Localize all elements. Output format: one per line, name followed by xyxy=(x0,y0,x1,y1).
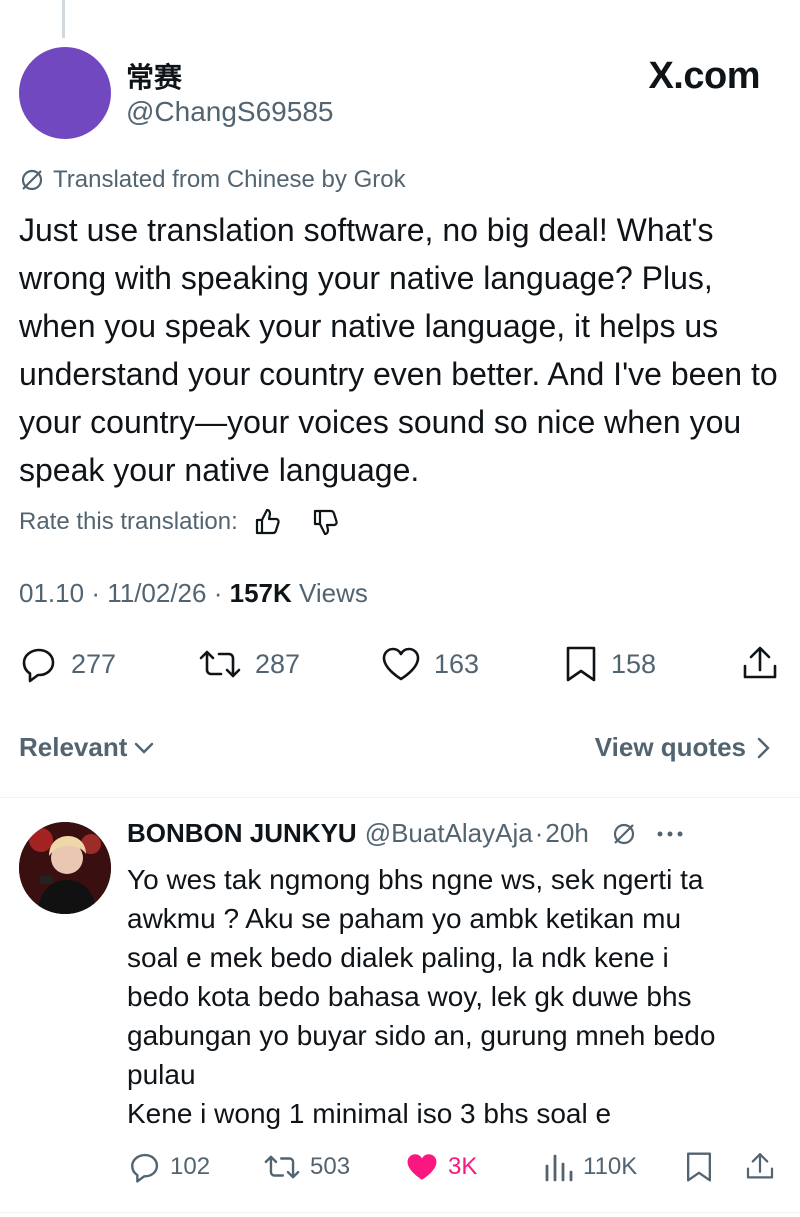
reply-avatar[interactable] xyxy=(19,822,111,914)
share-icon xyxy=(740,644,780,684)
repost-icon xyxy=(262,1150,302,1184)
reply-views-button[interactable]: 110K xyxy=(543,1150,637,1184)
reply-time[interactable]: 20h xyxy=(545,818,588,849)
bookmark-count: 158 xyxy=(611,648,657,679)
avatar[interactable] xyxy=(19,47,111,139)
post-date[interactable]: 11/02/26 xyxy=(107,578,206,608)
more-icon[interactable] xyxy=(655,829,685,839)
reply-line: Kene i wong 1 minimal iso 3 bhs soal e xyxy=(127,1098,612,1129)
chevron-right-icon xyxy=(754,735,774,761)
bookmark-icon xyxy=(684,1150,714,1184)
sort-relevant-dropdown[interactable]: Relevant xyxy=(19,732,157,763)
reply-share-button[interactable] xyxy=(744,1150,776,1184)
translation-notice: Translated from Chinese by Grok xyxy=(19,166,406,194)
post-text: Just use translation software, no big de… xyxy=(19,212,778,488)
like-count: 163 xyxy=(434,648,480,679)
author-display-name[interactable]: 常赛 xyxy=(126,56,182,96)
post-action-bar: 277 287 163 158 xyxy=(0,644,800,688)
rate-label: Rate this translation: xyxy=(19,508,238,535)
grok-icon[interactable] xyxy=(611,821,637,847)
reply-line: gabungan yo buyar sido an, gurung mneh b… xyxy=(127,1020,716,1051)
reply-repost-count: 503 xyxy=(310,1153,351,1180)
brand-watermark: X.com xyxy=(648,55,760,97)
reply-reply-count: 102 xyxy=(170,1153,211,1180)
rate-translation: Rate this translation: xyxy=(19,506,342,538)
reply-bookmark-button[interactable] xyxy=(684,1150,714,1184)
repost-icon xyxy=(197,644,243,684)
reply-header: BONBON JUNKYU @BuatAlayAja · 20h xyxy=(127,818,685,849)
reply-display-name[interactable]: BONBON JUNKYU xyxy=(127,818,357,849)
share-button[interactable] xyxy=(740,644,780,684)
reply-icon xyxy=(19,644,59,684)
reply-views-count: 110K xyxy=(583,1153,638,1180)
reply-action-bar: 102 503 3K 110K xyxy=(0,1148,800,1188)
thread-connector-line xyxy=(62,0,65,38)
share-icon xyxy=(744,1150,776,1184)
views-icon xyxy=(543,1150,575,1184)
views-count: 157K xyxy=(229,578,292,608)
like-icon xyxy=(380,644,422,684)
grok-icon xyxy=(19,167,45,193)
repost-button[interactable]: 287 xyxy=(197,644,300,684)
view-quotes-label: View quotes xyxy=(594,732,746,762)
reply-like-count: 3K xyxy=(448,1153,478,1180)
reply-text: Yo wes tak ngmong bhs ngne ws, sek ngert… xyxy=(127,860,782,1133)
sort-label: Relevant xyxy=(19,732,128,762)
views-label: Views xyxy=(299,578,368,608)
bookmark-icon xyxy=(563,644,599,684)
reply-icon xyxy=(128,1150,162,1184)
reply-repost-button[interactable]: 503 xyxy=(262,1150,350,1184)
divider xyxy=(0,797,800,798)
reply-line: Yo wes tak ngmong bhs ngne ws, sek ngert… xyxy=(127,864,704,895)
reply-handle[interactable]: @BuatAlayAja xyxy=(365,818,533,849)
post-time[interactable]: 01.10 xyxy=(19,578,84,608)
post-meta: 01.10 · 11/02/26 · 157K Views xyxy=(19,578,368,608)
thumbs-up-icon[interactable] xyxy=(252,506,284,538)
reply-line: soal e mek bedo dialek paling, la ndk ke… xyxy=(127,942,669,973)
reply-reply-button[interactable]: 102 xyxy=(128,1150,210,1184)
reply-line: awkmu ? Aku se paham yo ambk ketikan mu xyxy=(127,903,682,934)
bookmark-button[interactable]: 158 xyxy=(563,644,656,684)
reply-like-button[interactable]: 3K xyxy=(404,1150,477,1184)
translation-label: Translated from Chinese by Grok xyxy=(53,166,406,193)
reply-line: bedo kota bedo bahasa woy, lek gk duwe b… xyxy=(127,981,692,1012)
repost-count: 287 xyxy=(255,648,301,679)
like-button[interactable]: 163 xyxy=(380,644,479,684)
chevron-down-icon xyxy=(131,735,157,761)
divider xyxy=(0,1212,800,1213)
reply-count: 277 xyxy=(71,648,117,679)
reply-line: pulau xyxy=(127,1059,196,1090)
like-icon xyxy=(404,1150,440,1184)
view-quotes-link[interactable]: View quotes xyxy=(595,732,774,763)
author-handle[interactable]: @ChangS69585 xyxy=(126,96,333,128)
thumbs-down-icon[interactable] xyxy=(310,506,342,538)
reply-button[interactable]: 277 xyxy=(19,644,116,684)
